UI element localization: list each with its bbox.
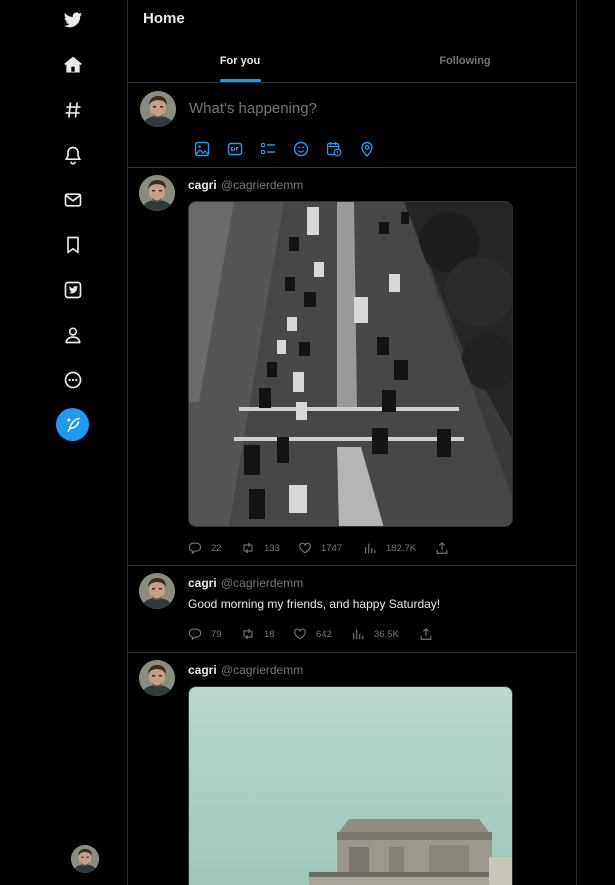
tweet-author-handle[interactable]: @cagrierdemm <box>221 663 303 677</box>
gif-icon[interactable] <box>227 141 243 157</box>
heart-icon <box>299 542 311 554</box>
left-sidebar <box>0 0 127 885</box>
share-button[interactable] <box>419 626 433 642</box>
active-tab-indicator <box>220 79 261 82</box>
reply-button[interactable]: 79 <box>188 626 222 642</box>
views-chart-icon <box>353 629 364 640</box>
twitter-blue-icon[interactable] <box>57 274 89 306</box>
tweet-actions: 79 18 642 36.5K <box>188 626 458 642</box>
avatar[interactable] <box>140 91 176 127</box>
views-button[interactable]: 182.7K <box>363 540 416 556</box>
messages-envelope-icon[interactable] <box>57 184 89 216</box>
schedule-icon[interactable] <box>326 141 342 157</box>
views-chart-icon <box>365 543 376 554</box>
views-count: 36.5K <box>374 628 399 640</box>
profile-person-icon[interactable] <box>57 319 89 351</box>
reply-icon <box>188 628 202 641</box>
page-title: Home <box>143 10 185 27</box>
tab-following[interactable]: Following <box>353 40 576 82</box>
retweet-count: 133 <box>264 542 280 554</box>
retweet-icon <box>243 542 253 554</box>
explore-hashtag-icon[interactable] <box>57 94 89 126</box>
poll-list-icon[interactable] <box>260 141 276 157</box>
tweet-author-name[interactable]: cagri <box>188 178 217 192</box>
timeline-tabs: For you Following <box>128 40 576 83</box>
feather-plus-icon <box>66 417 80 432</box>
reply-count: 79 <box>211 628 222 640</box>
twitter-logo-icon[interactable] <box>57 4 89 36</box>
share-icon <box>420 627 432 640</box>
tweet-author-handle[interactable]: @cagrierdemm <box>221 576 303 590</box>
bookmarks-icon[interactable] <box>57 229 89 261</box>
share-button[interactable] <box>435 540 449 556</box>
reply-button[interactable]: 22 <box>188 540 222 556</box>
tweet-author-name[interactable]: cagri <box>188 663 217 677</box>
like-count: 642 <box>316 628 332 640</box>
tab-label: Following <box>439 55 491 67</box>
reply-count: 22 <box>211 542 222 554</box>
views-count: 182.7K <box>386 542 417 554</box>
location-pin-icon[interactable] <box>359 141 375 157</box>
avatar[interactable] <box>139 175 175 211</box>
tweet-media-building-photo[interactable] <box>188 686 513 885</box>
compose-input[interactable] <box>189 100 549 117</box>
home-timeline: Home For you Following What's happening?… <box>127 0 577 885</box>
like-count: 1747 <box>321 542 343 554</box>
retweet-button[interactable]: 133 <box>241 540 280 556</box>
tab-for-you[interactable]: For you <box>128 40 352 82</box>
compose-tweet-button[interactable] <box>56 408 89 441</box>
tweet-actions: 22 133 1747 182.7K <box>188 540 458 556</box>
share-icon <box>436 541 448 554</box>
tweet-composer <box>128 83 576 168</box>
retweet-button[interactable]: 18 <box>241 626 275 642</box>
avatar[interactable] <box>139 573 175 609</box>
views-button[interactable]: 36.5K <box>351 626 399 642</box>
retweet-icon <box>243 628 253 640</box>
tab-label: For you <box>219 55 261 67</box>
tweet-author-handle[interactable]: @cagrierdemm <box>221 178 303 192</box>
tweet-media-traffic-photo[interactable] <box>188 201 513 527</box>
tweet[interactable]: cagri @cagrierdemm <box>128 653 576 885</box>
notifications-bell-icon[interactable] <box>57 139 89 171</box>
more-circle-icon[interactable] <box>57 364 89 396</box>
emoji-icon[interactable] <box>293 141 309 157</box>
tweet-author-name[interactable]: cagri <box>188 576 217 590</box>
retweet-count: 18 <box>264 628 275 640</box>
reply-icon <box>188 542 202 555</box>
like-button[interactable]: 642 <box>293 626 332 642</box>
avatar[interactable] <box>139 660 175 696</box>
tweet-text: Good morning my friends, and happy Satur… <box>188 597 441 611</box>
image-icon[interactable] <box>194 141 210 157</box>
tweet[interactable]: cagri @cagrierdemm Good morning my frien… <box>128 566 576 653</box>
tweet[interactable]: cagri @cagrierdemm <box>128 168 576 566</box>
like-button[interactable]: 1747 <box>298 540 342 556</box>
home-icon[interactable] <box>57 49 89 81</box>
heart-icon <box>294 628 306 640</box>
account-avatar[interactable] <box>71 845 99 873</box>
